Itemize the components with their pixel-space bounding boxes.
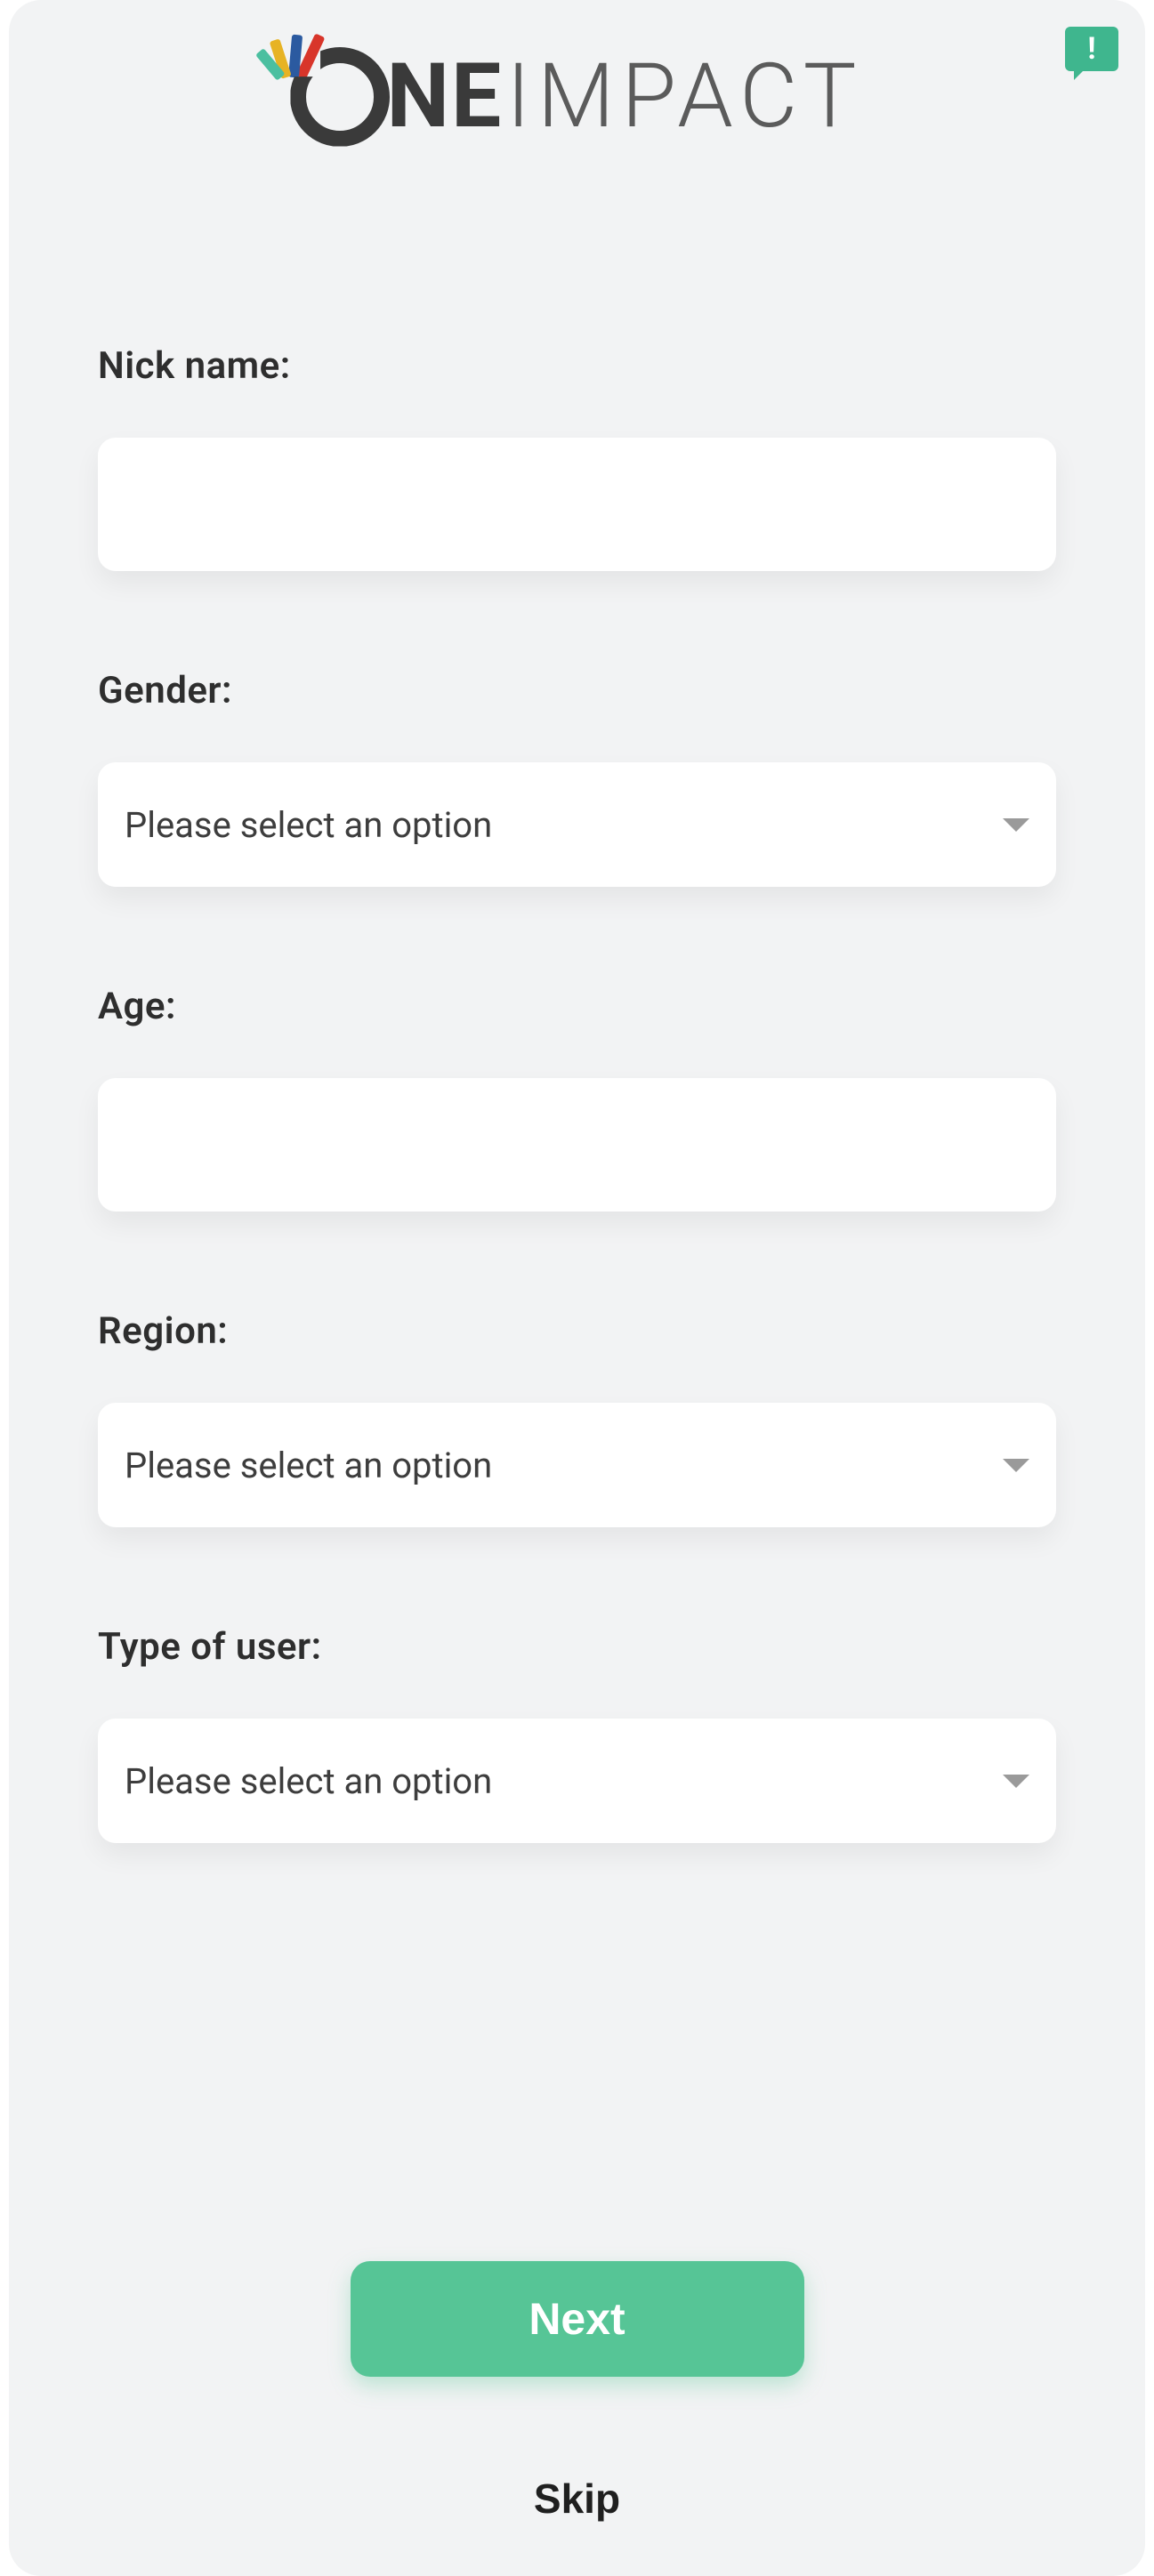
field-region: Region: Please select an option [98, 1309, 1056, 1527]
exclamation-icon: ! [1087, 34, 1095, 64]
region-select[interactable]: Please select an option [98, 1403, 1056, 1527]
usertype-select[interactable]: Please select an option [98, 1719, 1056, 1843]
chevron-down-icon [1003, 816, 1029, 833]
logo-text-one: NE [386, 44, 503, 149]
age-label: Age: [98, 985, 1056, 1028]
chevron-down-icon [1003, 1456, 1029, 1474]
age-input[interactable] [98, 1078, 1056, 1212]
field-gender: Gender: Please select an option [98, 669, 1056, 887]
nickname-input[interactable] [98, 438, 1056, 571]
field-age: Age: [98, 985, 1056, 1212]
nickname-label: Nick name: [98, 344, 1056, 388]
region-placeholder: Please select an option [125, 1445, 492, 1486]
field-nickname: Nick name: [98, 344, 1056, 571]
logo-text-impact: IMPACT [506, 44, 863, 149]
skip-button[interactable]: Skip [534, 2475, 620, 2523]
next-button[interactable]: Next [351, 2261, 804, 2377]
chevron-down-icon [1003, 1772, 1029, 1790]
field-usertype: Type of user: Please select an option [98, 1625, 1056, 1843]
logo: NE IMPACT [98, 44, 1056, 149]
form-actions: Next Skip [98, 2261, 1056, 2523]
gender-select[interactable]: Please select an option [98, 762, 1056, 887]
gender-label: Gender: [98, 669, 1056, 712]
gender-placeholder: Please select an option [125, 804, 492, 846]
feedback-button[interactable]: ! [1065, 27, 1118, 71]
usertype-label: Type of user: [98, 1625, 1056, 1669]
profile-form: Nick name: Gender: Please select an opti… [98, 344, 1056, 1843]
usertype-placeholder: Please select an option [125, 1760, 492, 1802]
logo-o-icon [290, 47, 390, 147]
region-label: Region: [98, 1309, 1056, 1353]
onboarding-card: ! NE IMPACT [9, 0, 1145, 2576]
